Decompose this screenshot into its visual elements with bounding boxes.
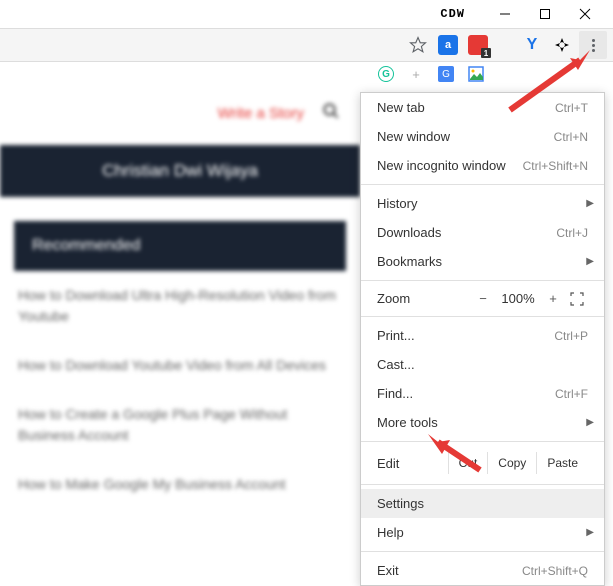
- extension-y-icon[interactable]: Y: [519, 32, 545, 58]
- menu-print[interactable]: Print... Ctrl+P: [361, 321, 604, 350]
- menu-label: New window: [377, 129, 450, 144]
- extension-dark-icon[interactable]: [549, 32, 575, 58]
- list-item[interactable]: How to Make Google My Business Account: [14, 460, 346, 509]
- menu-history[interactable]: History ▶: [361, 189, 604, 218]
- zoom-in-button[interactable]: +: [540, 291, 566, 306]
- menu-shortcut: Ctrl+N: [554, 130, 588, 144]
- sidebar: Recommended How to Download Ultra High-R…: [14, 221, 346, 509]
- menu-label: Exit: [377, 563, 399, 578]
- menu-downloads[interactable]: Downloads Ctrl+J: [361, 218, 604, 247]
- chrome-menu: New tab Ctrl+T New window Ctrl+N New inc…: [360, 92, 605, 586]
- search-icon[interactable]: [322, 102, 340, 125]
- menu-label: Cast...: [377, 357, 415, 372]
- icon-row: G + G: [378, 64, 486, 84]
- chevron-right-icon: ▶: [586, 417, 594, 428]
- menu-label: Print...: [377, 328, 415, 343]
- menu-zoom: Zoom − 100% +: [361, 285, 604, 312]
- menu-separator: [361, 441, 604, 442]
- menu-shortcut: Ctrl+Shift+N: [523, 159, 588, 173]
- menu-new-incognito[interactable]: New incognito window Ctrl+Shift+N: [361, 151, 604, 180]
- plus-icon[interactable]: +: [406, 64, 426, 84]
- list-item[interactable]: How to Download Youtube Video from All D…: [14, 341, 346, 390]
- menu-label: New tab: [377, 100, 425, 115]
- edit-paste-button[interactable]: Paste: [536, 452, 588, 474]
- chrome-menu-button[interactable]: [579, 31, 607, 59]
- menu-shortcut: Ctrl+J: [556, 226, 588, 240]
- menu-bookmarks[interactable]: Bookmarks ▶: [361, 247, 604, 276]
- menu-shortcut: Ctrl+T: [555, 101, 588, 115]
- app-name: CDW: [440, 7, 465, 21]
- image-icon[interactable]: [466, 64, 486, 84]
- chevron-right-icon: ▶: [586, 527, 594, 538]
- write-story-link[interactable]: Write a Story: [218, 105, 304, 122]
- menu-separator: [361, 280, 604, 281]
- maximize-button[interactable]: [525, 0, 565, 28]
- menu-separator: [361, 484, 604, 485]
- zoom-out-button[interactable]: −: [470, 291, 496, 306]
- list-item[interactable]: How to Create a Google Plus Page Without…: [14, 390, 346, 460]
- menu-separator: [361, 316, 604, 317]
- menu-more-tools[interactable]: More tools ▶: [361, 408, 604, 437]
- author-bar: Christian Dwi Wijaya: [0, 145, 360, 197]
- menu-label: More tools: [377, 415, 438, 430]
- sidebar-header: Recommended: [14, 221, 346, 271]
- menu-separator: [361, 551, 604, 552]
- menu-exit[interactable]: Exit Ctrl+Shift+Q: [361, 556, 604, 585]
- browser-toolbar: a Y: [0, 28, 613, 62]
- translate-icon[interactable]: G: [438, 66, 454, 82]
- bookmark-star-icon[interactable]: [405, 32, 431, 58]
- minimize-button[interactable]: [485, 0, 525, 28]
- grammarly-icon[interactable]: G: [378, 66, 394, 82]
- menu-shortcut: Ctrl+F: [555, 387, 588, 401]
- menu-find[interactable]: Find... Ctrl+F: [361, 379, 604, 408]
- zoom-value: 100%: [496, 291, 540, 306]
- menu-settings[interactable]: Settings: [361, 489, 604, 518]
- edit-cut-button[interactable]: Cut: [448, 452, 488, 474]
- menu-separator: [361, 184, 604, 185]
- chevron-right-icon: ▶: [586, 198, 594, 209]
- menu-shortcut: Ctrl+Shift+Q: [522, 564, 588, 578]
- fullscreen-icon[interactable]: [566, 292, 588, 306]
- menu-help[interactable]: Help ▶: [361, 518, 604, 547]
- menu-label: Settings: [377, 496, 424, 511]
- menu-shortcut: Ctrl+P: [554, 329, 588, 343]
- menu-cast[interactable]: Cast...: [361, 350, 604, 379]
- page-content: Write a Story Christian Dwi Wijaya Recom…: [0, 62, 360, 547]
- menu-edit-row: Edit Cut Copy Paste: [361, 446, 604, 480]
- menu-label: Bookmarks: [377, 254, 442, 269]
- menu-label: History: [377, 196, 417, 211]
- menu-label: New incognito window: [377, 158, 506, 173]
- extension-a-icon[interactable]: a: [435, 32, 461, 58]
- chevron-right-icon: ▶: [586, 256, 594, 267]
- menu-label: Help: [377, 525, 404, 540]
- menu-new-window[interactable]: New window Ctrl+N: [361, 122, 604, 151]
- menu-label: Find...: [377, 386, 413, 401]
- close-button[interactable]: [565, 0, 605, 28]
- menu-new-tab[interactable]: New tab Ctrl+T: [361, 93, 604, 122]
- edit-label: Edit: [377, 456, 448, 471]
- extension-red-icon[interactable]: [465, 32, 491, 58]
- window-titlebar: CDW: [0, 0, 613, 28]
- edit-copy-button[interactable]: Copy: [487, 452, 536, 474]
- zoom-label: Zoom: [377, 291, 470, 306]
- list-item[interactable]: How to Download Ultra High-Resolution Vi…: [14, 271, 346, 341]
- menu-label: Downloads: [377, 225, 441, 240]
